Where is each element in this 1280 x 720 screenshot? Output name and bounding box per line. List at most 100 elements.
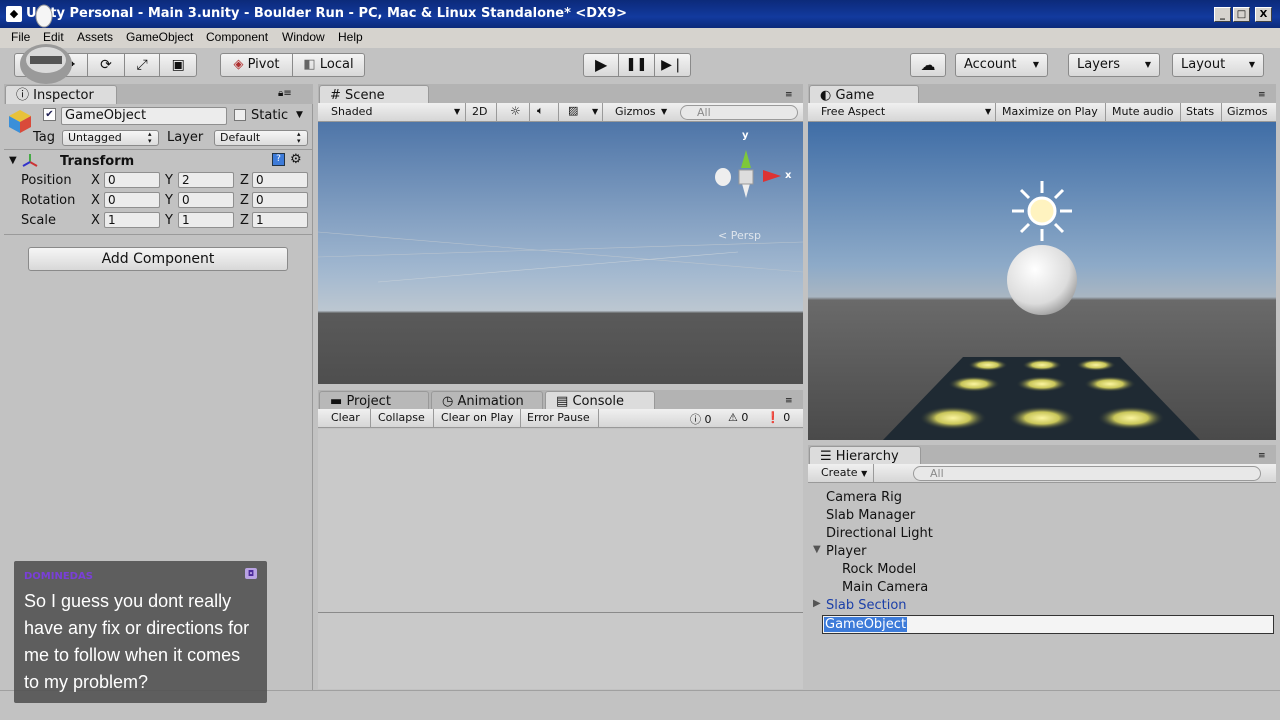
- position-x-field[interactable]: 0: [104, 172, 160, 188]
- panel-menu-icon[interactable]: ≡: [785, 90, 793, 100]
- tab-inspector[interactable]: ⓘ Inspector: [5, 85, 117, 104]
- tag-dropdown[interactable]: Untagged: [62, 130, 159, 146]
- axis-x-label: X: [91, 173, 100, 188]
- menu-component[interactable]: Component: [206, 30, 268, 44]
- gizmos-button[interactable]: Gizmos: [1227, 105, 1268, 118]
- expand-arrow-icon[interactable]: ▼: [813, 544, 821, 555]
- message-count-toggle[interactable]: ❗ 0: [766, 411, 790, 424]
- panel-menu-icon[interactable]: ≡: [785, 396, 793, 406]
- clear-button[interactable]: Clear: [331, 411, 360, 424]
- dropdown-arrow-icon: ▼: [861, 469, 868, 478]
- maximize-button[interactable]: □: [1233, 7, 1250, 22]
- mode-2d-button[interactable]: 2D: [472, 105, 487, 118]
- menu-assets[interactable]: Assets: [77, 30, 113, 44]
- maximize-on-play-button[interactable]: Maximize on Play: [1002, 105, 1098, 118]
- rotate-tool-icon[interactable]: ⟳: [88, 54, 125, 76]
- lock-icon[interactable]: 🔒︎≡: [278, 88, 292, 99]
- image-effects-icon[interactable]: ▨: [568, 104, 578, 117]
- panel-menu-icon[interactable]: ≡: [1258, 90, 1266, 100]
- menu-gameobject[interactable]: GameObject: [126, 30, 193, 44]
- panel-menu-icon[interactable]: ≡: [1258, 451, 1266, 461]
- menu-window[interactable]: Window: [282, 30, 325, 44]
- game-viewport[interactable]: [808, 122, 1276, 440]
- gameobject-cube-icon: [7, 108, 33, 134]
- static-checkbox[interactable]: [234, 109, 246, 121]
- error-pause-button[interactable]: Error Pause: [527, 411, 590, 424]
- divider: [4, 234, 313, 235]
- hierarchy-item-player[interactable]: Player: [826, 544, 866, 559]
- rename-field[interactable]: GameObject: [822, 615, 1274, 634]
- hierarchy-item-camera-rig[interactable]: Camera Rig: [826, 490, 902, 505]
- axis-y-label: Y: [165, 173, 173, 188]
- cloud-icon[interactable]: ☁: [910, 53, 946, 77]
- settings-gear-icon[interactable]: ⚙: [290, 152, 302, 167]
- pivot-button[interactable]: ◈ Pivot: [221, 54, 293, 76]
- play-icon[interactable]: ▶: [584, 54, 620, 76]
- chat-message: So I guess you dont really have any fix …: [24, 591, 250, 692]
- console-detail-area[interactable]: [318, 613, 803, 689]
- scene-viewport[interactable]: y x < Persp: [318, 122, 803, 384]
- tab-project[interactable]: ▬ Project: [319, 391, 429, 410]
- rotation-z-field[interactable]: 0: [252, 192, 308, 208]
- account-dropdown[interactable]: Account ▼: [955, 53, 1048, 77]
- axis-x-label: X: [91, 213, 100, 228]
- orientation-gizmo-icon[interactable]: [711, 136, 796, 221]
- hierarchy-search-input[interactable]: All: [913, 466, 1261, 481]
- scene-search-input[interactable]: All: [680, 105, 798, 120]
- tab-console[interactable]: ▤ Console: [545, 391, 655, 410]
- collapse-button[interactable]: Collapse: [378, 411, 425, 424]
- persp-label[interactable]: < Persp: [718, 229, 761, 242]
- tab-scene[interactable]: # Scene: [319, 85, 429, 104]
- static-dropdown-icon[interactable]: ▼: [296, 110, 303, 120]
- warning-count-toggle[interactable]: ⚠ 0: [728, 411, 748, 424]
- rotation-y-field[interactable]: 0: [178, 192, 234, 208]
- scale-z-field[interactable]: 1: [252, 212, 308, 228]
- minimize-button[interactable]: _: [1214, 7, 1231, 22]
- console-log-area[interactable]: [318, 429, 803, 613]
- menu-help[interactable]: Help: [338, 30, 363, 44]
- foldout-arrow-icon[interactable]: ▼: [9, 155, 17, 166]
- window-title-bar: ◆ Unity Personal - Main 3.unity - Boulde…: [0, 0, 1280, 28]
- window-title: Unity Personal - Main 3.unity - Boulder …: [26, 6, 628, 21]
- audio-icon[interactable]: 🔈︎: [537, 104, 544, 118]
- aspect-dropdown[interactable]: Free Aspect: [821, 105, 885, 118]
- pause-icon[interactable]: ❚❚: [619, 54, 655, 76]
- clear-on-play-button[interactable]: Clear on Play: [441, 411, 513, 424]
- object-name-field[interactable]: GameObject: [61, 107, 227, 125]
- layer-dropdown[interactable]: Default: [214, 130, 308, 146]
- hierarchy-item-directional-light[interactable]: Directional Light: [826, 526, 933, 541]
- scale-x-field[interactable]: 1: [104, 212, 160, 228]
- layers-dropdown[interactable]: Layers ▼: [1068, 53, 1160, 77]
- hierarchy-item-slab-manager[interactable]: Slab Manager: [826, 508, 915, 523]
- lighting-icon[interactable]: ☼: [510, 104, 521, 118]
- stats-button[interactable]: Stats: [1186, 105, 1214, 118]
- close-button[interactable]: X: [1255, 7, 1272, 22]
- console-toolbar: Clear Collapse Clear on Play Error Pause…: [318, 409, 803, 428]
- scale-y-field[interactable]: 1: [178, 212, 234, 228]
- create-dropdown[interactable]: Create ▼: [821, 466, 867, 479]
- position-y-field[interactable]: 2: [178, 172, 234, 188]
- dropdown-arrow-icon: ▼: [1144, 60, 1151, 69]
- collapse-arrow-icon[interactable]: ▶: [813, 598, 821, 609]
- step-icon[interactable]: ▶❘: [655, 54, 690, 76]
- rotation-x-field[interactable]: 0: [104, 192, 160, 208]
- tab-animation[interactable]: ◷ Animation: [431, 391, 543, 410]
- active-checkbox[interactable]: ✔: [43, 108, 56, 121]
- tab-hierarchy[interactable]: ☰ Hierarchy: [809, 446, 921, 465]
- hierarchy-item-slab-section[interactable]: Slab Section: [826, 598, 907, 613]
- error-count-toggle[interactable]: ⓘ 0: [690, 411, 712, 427]
- layout-dropdown[interactable]: Layout ▼: [1172, 53, 1264, 77]
- add-component-button[interactable]: Add Component: [28, 247, 288, 271]
- mute-audio-button[interactable]: Mute audio: [1112, 105, 1174, 118]
- hierarchy-item-rock-model[interactable]: Rock Model: [842, 562, 916, 577]
- rect-tool-icon[interactable]: ▣: [160, 54, 196, 76]
- local-button[interactable]: ◧ Local: [293, 54, 364, 76]
- scale-tool-icon[interactable]: ⤢: [125, 54, 161, 76]
- help-book-icon[interactable]: ?: [272, 153, 285, 166]
- tab-game[interactable]: ◐ Game: [809, 85, 919, 104]
- position-z-field[interactable]: 0: [252, 172, 308, 188]
- gizmos-dropdown[interactable]: Gizmos: [615, 105, 656, 118]
- hierarchy-item-main-camera[interactable]: Main Camera: [842, 580, 928, 595]
- shading-dropdown[interactable]: Shaded: [331, 105, 372, 118]
- pivot-icon: ◈: [233, 57, 244, 72]
